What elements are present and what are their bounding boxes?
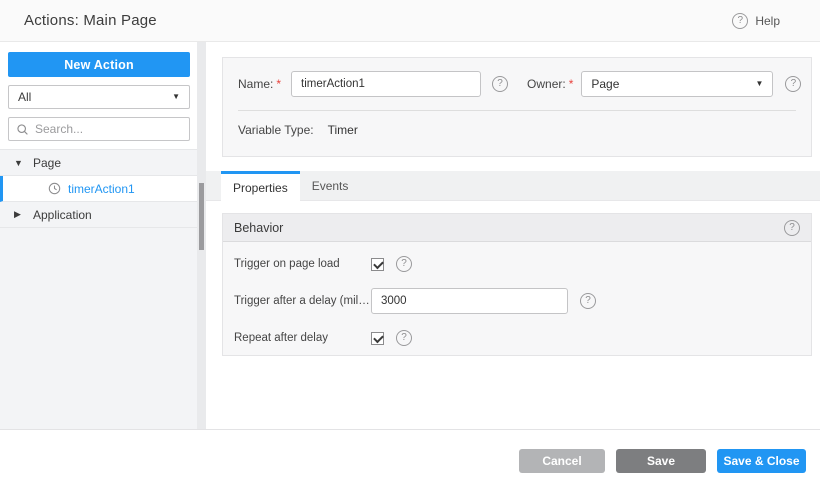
- page-title: Actions: Main Page: [24, 12, 157, 29]
- trigger-delay-label: Trigger after a delay (millisec...: [234, 295, 371, 307]
- tab-events[interactable]: Events: [300, 171, 361, 201]
- variable-type-row: Variable Type: Timer: [223, 111, 811, 137]
- owner-select[interactable]: Page ▼: [581, 71, 774, 97]
- new-action-button[interactable]: New Action: [8, 52, 190, 77]
- name-label: Name:: [238, 77, 274, 91]
- trigger-delay-help-icon[interactable]: ?: [580, 293, 596, 309]
- search-icon: [16, 123, 29, 136]
- tree-collapsed-icon[interactable]: ▶: [14, 209, 24, 220]
- repeat-after-delay-checkbox[interactable]: [371, 331, 384, 345]
- trigger-on-page-load-label: Trigger on page load: [234, 258, 340, 270]
- behavior-body: Trigger on page load ? Trigger after a d…: [223, 242, 811, 350]
- trigger-on-page-load-help-icon[interactable]: ?: [396, 256, 412, 272]
- help-label: Help: [755, 13, 780, 28]
- variable-type-value: Timer: [327, 123, 358, 137]
- name-help-icon[interactable]: ?: [492, 76, 509, 92]
- save-and-close-button[interactable]: Save & Close: [717, 449, 806, 473]
- filter-dropdown-value: All: [18, 90, 32, 104]
- actions-tree: ▼ Page timerAction1 ▶ Application: [0, 149, 197, 429]
- name-field[interactable]: [291, 71, 482, 97]
- behavior-panel: Behavior ? Trigger on page load ? Trigge…: [222, 213, 812, 356]
- tree-item-timeraction1[interactable]: timerAction1: [0, 176, 197, 202]
- search-box: [8, 117, 190, 141]
- sidebar: New Action All ▼ ▼ Page: [0, 42, 197, 429]
- name-required-marker: *: [276, 77, 282, 91]
- owner-select-value: Page: [591, 77, 620, 91]
- owner-required-marker: *: [568, 77, 574, 91]
- behavior-title: Behavior: [234, 220, 284, 235]
- trigger-on-page-load-checkbox[interactable]: [371, 257, 384, 271]
- name-owner-row: Name: * ? Owner: * Page ▼ ?: [223, 58, 811, 97]
- details-panel: Name: * ? Owner: * Page ▼ ? Variable Typ…: [222, 57, 812, 157]
- trigger-on-page-load-row: Trigger on page load ?: [234, 252, 800, 276]
- repeat-after-delay-label: Repeat after delay: [234, 332, 328, 344]
- chevron-down-icon: ▼: [172, 92, 180, 101]
- filter-dropdown[interactable]: All ▼: [8, 85, 190, 109]
- help-link[interactable]: ? Help: [732, 12, 780, 29]
- timer-clock-icon: [48, 182, 61, 195]
- footer: Cancel Save Save & Close: [0, 429, 820, 489]
- chevron-down-icon: ▼: [755, 79, 764, 88]
- sidebar-controls: New Action All ▼: [0, 42, 197, 141]
- trigger-delay-field[interactable]: [371, 288, 568, 314]
- tree-expanded-icon[interactable]: ▼: [14, 158, 24, 168]
- titlebar: Actions: Main Page ? Help: [0, 0, 820, 42]
- tree-group-page-label: Page: [33, 155, 62, 170]
- repeat-after-delay-row: Repeat after delay ?: [234, 326, 800, 350]
- cancel-button[interactable]: Cancel: [519, 449, 605, 473]
- tree-group-page[interactable]: ▼ Page: [0, 150, 197, 176]
- tab-properties[interactable]: Properties: [221, 171, 300, 202]
- variable-type-label: Variable Type:: [238, 123, 314, 137]
- sidebar-scrollbar-thumb[interactable]: [199, 183, 204, 250]
- tree-group-application[interactable]: ▶ Application: [0, 202, 197, 228]
- behavior-help-icon[interactable]: ?: [784, 219, 800, 236]
- trigger-delay-row: Trigger after a delay (millisec... ?: [234, 288, 800, 314]
- repeat-after-delay-help-icon[interactable]: ?: [396, 330, 412, 346]
- search-input[interactable]: [35, 122, 182, 136]
- owner-label: Owner:: [527, 77, 566, 91]
- tree-item-timeraction1-label: timerAction1: [68, 181, 135, 196]
- sidebar-scrollbar-track[interactable]: [197, 42, 206, 429]
- tree-group-application-label: Application: [33, 207, 92, 222]
- main-content: Name: * ? Owner: * Page ▼ ? Variable Typ…: [206, 42, 820, 429]
- owner-help-icon[interactable]: ?: [785, 76, 802, 92]
- behavior-section-header: Behavior ?: [223, 214, 811, 242]
- tabbar: Properties Events: [206, 171, 820, 202]
- help-icon: ?: [732, 12, 749, 29]
- save-button[interactable]: Save: [616, 449, 706, 473]
